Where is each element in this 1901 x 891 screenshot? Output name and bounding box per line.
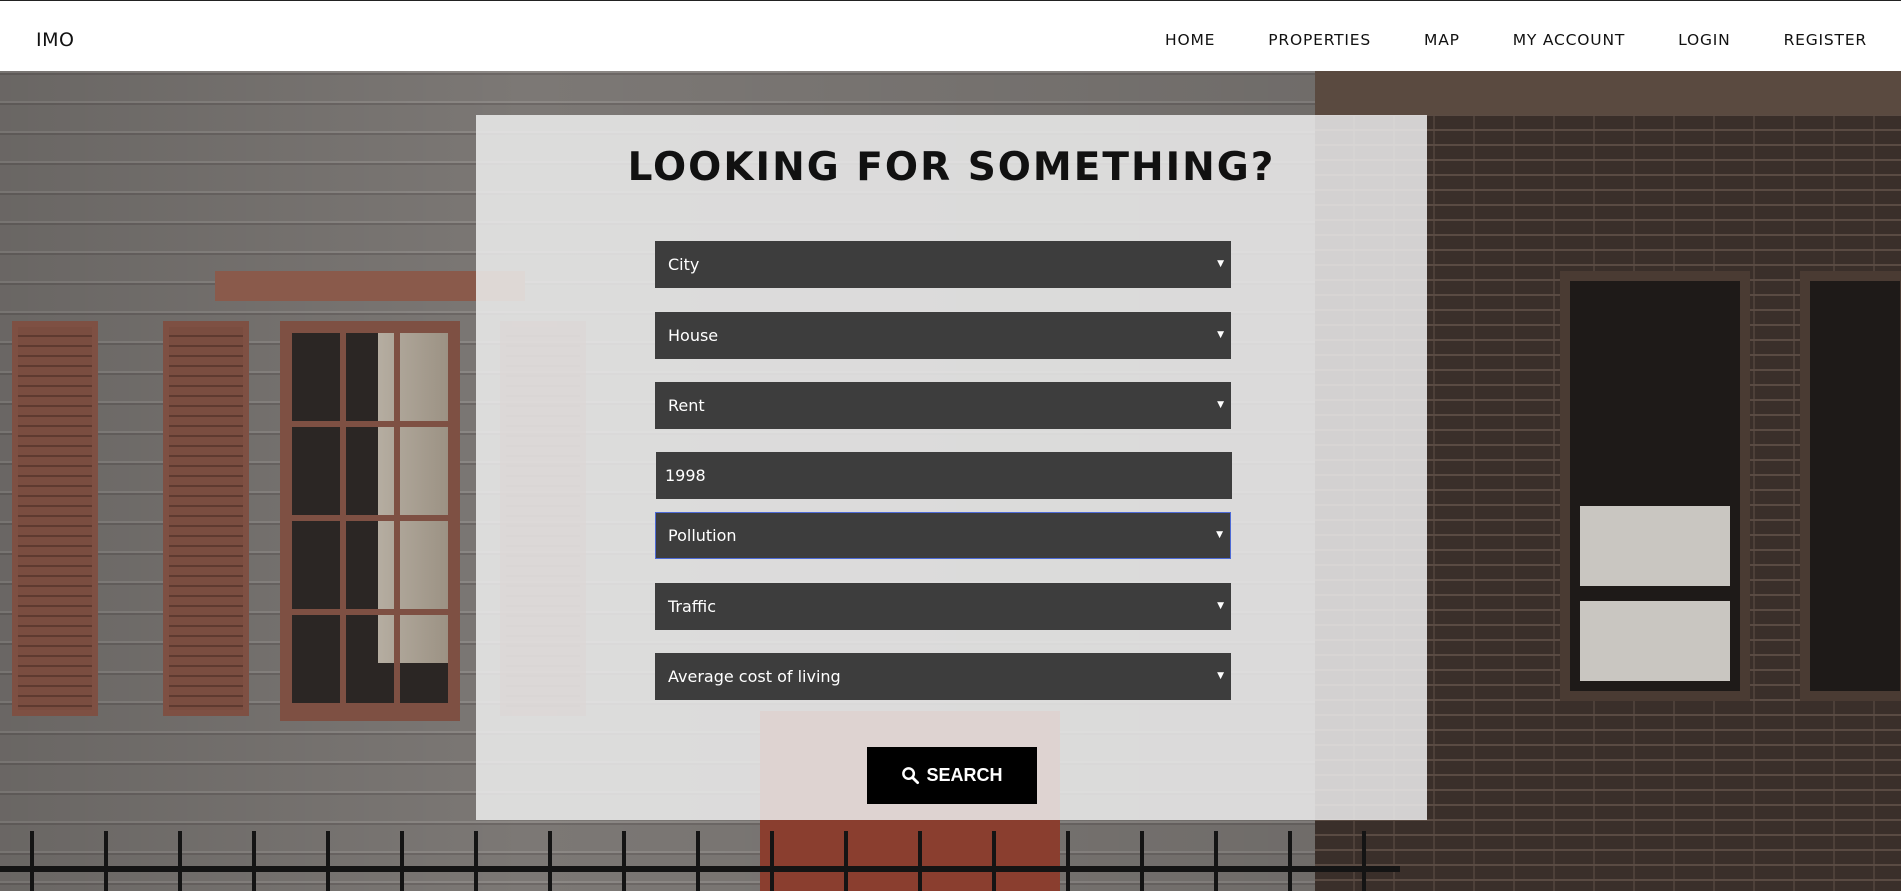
year-input-value: 1998: [665, 466, 706, 485]
iron-fence-rail: [0, 866, 1400, 872]
nav-my-account[interactable]: MY ACCOUNT: [1513, 31, 1625, 49]
nav-login[interactable]: LOGIN: [1678, 31, 1730, 49]
iron-fence: [0, 831, 1400, 891]
window-shutter-left: [12, 321, 98, 716]
chevron-down-icon: ▼: [1217, 671, 1224, 681]
pollution-select[interactable]: Pollution ▼: [655, 512, 1231, 559]
chevron-down-icon: ▼: [1217, 330, 1224, 340]
cost-of-living-select[interactable]: Average cost of living ▼: [655, 653, 1231, 700]
cost-of-living-select-value: Average cost of living: [668, 667, 841, 686]
search-button-label: SEARCH: [926, 765, 1003, 785]
nav-home[interactable]: HOME: [1165, 31, 1215, 49]
year-input[interactable]: 1998: [656, 452, 1232, 499]
brand-logo[interactable]: IMO: [36, 29, 74, 51]
top-navbar: IMO HOME PROPERTIES MAP MY ACCOUNT LOGIN…: [0, 0, 1901, 71]
nav-register[interactable]: REGISTER: [1784, 31, 1867, 49]
pollution-select-value: Pollution: [668, 526, 737, 545]
chevron-down-icon: ▼: [1217, 400, 1224, 410]
chevron-down-icon: ▼: [1216, 530, 1223, 540]
city-select-value: City: [668, 255, 700, 274]
chevron-down-icon: ▼: [1217, 601, 1224, 611]
nav-map[interactable]: MAP: [1424, 31, 1460, 49]
traffic-select-value: Traffic: [668, 597, 717, 616]
offer-type-select[interactable]: Rent ▼: [655, 382, 1231, 429]
brick-window-partial: [1800, 271, 1901, 701]
chevron-down-icon: ▼: [1217, 259, 1224, 269]
city-select[interactable]: City ▼: [655, 241, 1231, 288]
main-nav: HOME PROPERTIES MAP MY ACCOUNT LOGIN REG…: [1112, 31, 1867, 49]
nav-properties[interactable]: PROPERTIES: [1268, 31, 1371, 49]
search-icon: [902, 767, 920, 785]
house-window: [280, 321, 460, 721]
brick-cornice: [1315, 71, 1901, 115]
offer-type-select-value: Rent: [668, 396, 705, 415]
window-shutter-middle: [163, 321, 249, 716]
brick-window: [1560, 271, 1750, 701]
traffic-select[interactable]: Traffic ▼: [655, 583, 1231, 630]
search-button[interactable]: SEARCH: [867, 747, 1037, 804]
search-panel: LOOKING FOR SOMETHING? City ▼ House ▼ Re…: [476, 115, 1427, 820]
property-type-select-value: House: [668, 326, 719, 345]
property-type-select[interactable]: House ▼: [655, 312, 1231, 359]
search-title: LOOKING FOR SOMETHING?: [627, 145, 1276, 190]
